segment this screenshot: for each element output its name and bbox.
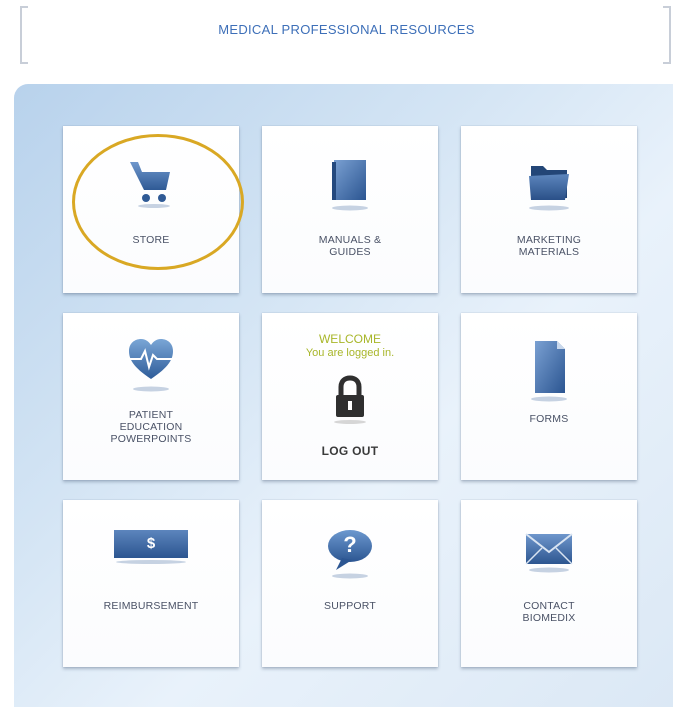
reimbursement-tile[interactable]: $ REIMBURSEMENT <box>63 500 239 667</box>
dollar-sign: $ <box>146 535 156 552</box>
contact-label-line1: CONTACT <box>523 600 575 612</box>
patient-education-label-line2: EDUCATION <box>119 421 183 433</box>
page-header: MEDICAL PROFESSIONAL RESOURCES <box>20 6 673 64</box>
manuals-label-line1: MANUALS & <box>318 234 382 246</box>
book-icon <box>332 160 368 211</box>
marketing-label-line1: MARKETING <box>516 234 582 246</box>
welcome-text: WELCOME <box>318 332 381 346</box>
dollar-bill-shadow <box>116 560 186 564</box>
patient-education-label-line3: POWERPOINTS <box>110 433 192 445</box>
logout-label: LOG OUT <box>321 444 379 458</box>
support-label: SUPPORT <box>324 600 376 612</box>
folder-icon <box>529 166 569 211</box>
dollar-bill-icon: $ <box>114 530 188 558</box>
store-tile[interactable]: STORE <box>63 126 239 293</box>
contact-tile[interactable]: CONTACT BIOMEDIX <box>461 500 637 667</box>
contact-label-line2: BIOMEDIX <box>522 612 576 624</box>
patient-education-label-line1: PATIENT <box>128 409 174 421</box>
heart-pulse-icon <box>125 339 177 392</box>
header-bracket-right <box>663 6 671 64</box>
document-icon <box>531 341 567 402</box>
patient-education-tile[interactable]: PATIENT EDUCATION POWERPOINTS <box>63 313 239 480</box>
forms-tile[interactable]: FORMS <box>461 313 637 480</box>
logout-tile[interactable]: WELCOME You are logged in. LOG OUT <box>262 313 438 480</box>
store-label: STORE <box>132 234 170 246</box>
reimbursement-label: REIMBURSEMENT <box>103 600 199 612</box>
page-title: MEDICAL PROFESSIONAL RESOURCES <box>218 22 475 37</box>
support-tile[interactable]: ? SUPPORT <box>262 500 438 667</box>
envelope-icon <box>525 533 573 573</box>
lock-icon <box>334 375 366 424</box>
login-status-text: You are logged in. <box>305 347 395 359</box>
manuals-label-line2: GUIDES <box>329 246 371 258</box>
forms-label: FORMS <box>529 413 569 425</box>
cart-icon <box>130 162 170 208</box>
question-mark: ? <box>343 532 357 557</box>
manuals-guides-tile[interactable]: MANUALS & GUIDES <box>262 126 438 293</box>
marketing-materials-tile[interactable]: MARKETING MATERIALS <box>461 126 637 293</box>
marketing-label-line2: MATERIALS <box>518 246 580 258</box>
